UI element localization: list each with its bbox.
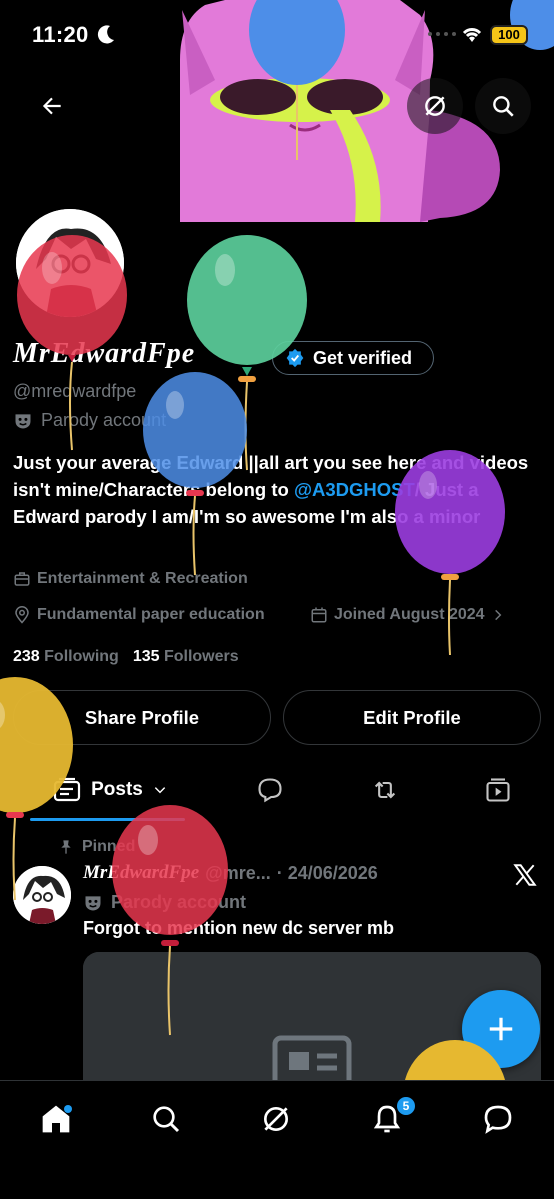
profile-handle: @mredwardfpe bbox=[13, 381, 137, 401]
profile-bio: Just your average Edward ||all art you s… bbox=[13, 449, 538, 530]
share-profile-button[interactable]: Share Profile bbox=[13, 690, 271, 745]
back-button[interactable] bbox=[24, 78, 80, 134]
joined-label: Joined August 2024 bbox=[334, 606, 485, 623]
grok-icon bbox=[425, 96, 445, 116]
wifi-icon bbox=[462, 28, 482, 42]
posts-icon bbox=[54, 777, 81, 802]
status-bar: 11:20 100 bbox=[0, 0, 554, 70]
location-label: Fundamental paper education bbox=[37, 606, 265, 623]
post-date: · 24/06/2026 bbox=[276, 862, 378, 883]
location-pin-icon bbox=[15, 606, 29, 624]
follow-stats: 238 Following 135 Followers bbox=[13, 648, 239, 666]
signal-icon bbox=[428, 32, 456, 36]
profile-tabs: Posts bbox=[0, 762, 554, 821]
tab-active-indicator bbox=[30, 818, 185, 821]
followers-count: 135 bbox=[132, 648, 160, 665]
pin-icon bbox=[61, 840, 71, 854]
moon-icon bbox=[97, 25, 114, 44]
chevron-right-icon bbox=[494, 609, 501, 621]
post-source-button[interactable] bbox=[512, 862, 538, 893]
search-icon bbox=[153, 1106, 180, 1133]
grok-icon bbox=[264, 1107, 288, 1131]
home-unread-dot bbox=[64, 1105, 72, 1113]
status-time: 11:20 bbox=[32, 22, 89, 47]
chevron-down-icon bbox=[154, 787, 166, 794]
battery-indicator: 100 bbox=[490, 25, 528, 45]
post-parody-label: Parody account bbox=[111, 892, 247, 912]
parody-mask-icon bbox=[15, 413, 31, 428]
nav-search[interactable] bbox=[138, 1097, 194, 1141]
tab-reposts[interactable] bbox=[355, 762, 415, 818]
following-link[interactable]: 238 Following bbox=[13, 648, 119, 666]
category-label: Entertainment & Recreation bbox=[37, 570, 248, 587]
tab-posts[interactable]: Posts bbox=[30, 762, 190, 818]
profile-joined-date[interactable]: Joined August 2024 bbox=[310, 606, 505, 624]
reply-icon bbox=[258, 778, 282, 803]
plus-icon bbox=[489, 1017, 513, 1041]
post-text: Forgot to mention new dc server mb bbox=[83, 918, 395, 938]
tab-posts-label: Posts bbox=[91, 779, 143, 800]
parody-label: Parody account bbox=[41, 410, 167, 430]
post-avatar[interactable] bbox=[13, 866, 71, 924]
nav-notifications[interactable]: 5 bbox=[359, 1095, 417, 1141]
pinned-label: Pinned bbox=[82, 838, 136, 855]
briefcase-icon bbox=[14, 572, 30, 586]
x-logo-icon bbox=[513, 864, 537, 886]
edit-profile-button[interactable]: Edit Profile bbox=[283, 690, 541, 745]
nav-messages[interactable] bbox=[470, 1097, 526, 1141]
post-author-name[interactable]: MrEdwardFpe bbox=[83, 862, 199, 884]
following-count: 238 bbox=[13, 648, 40, 665]
repost-icon bbox=[374, 781, 396, 799]
pinned-indicator: Pinned bbox=[58, 838, 135, 856]
parody-label-row: Parody account bbox=[13, 410, 166, 431]
bio-mention-link[interactable]: @A3DGHOST bbox=[294, 479, 415, 500]
back-arrow-icon bbox=[42, 97, 61, 115]
message-icon bbox=[484, 1105, 512, 1134]
grok-button[interactable] bbox=[407, 78, 463, 134]
parody-mask-icon bbox=[85, 895, 101, 910]
followers-link[interactable]: 135 Followers bbox=[133, 648, 239, 666]
nav-grok[interactable] bbox=[248, 1097, 304, 1141]
media-icon bbox=[486, 778, 510, 802]
bottom-navigation: 5 bbox=[0, 1080, 554, 1199]
profile-avatar[interactable] bbox=[12, 205, 128, 321]
notification-badge: 5 bbox=[395, 1095, 417, 1117]
profile-location: Fundamental paper education bbox=[13, 606, 265, 624]
display-name: MrEdwardFpe bbox=[13, 338, 196, 369]
profile-category: Entertainment & Recreation bbox=[13, 570, 248, 588]
compose-post-button[interactable] bbox=[462, 990, 540, 1068]
calendar-icon bbox=[311, 607, 327, 623]
followers-label: Followers bbox=[163, 648, 239, 665]
post-author-handle: @mre... bbox=[205, 862, 271, 883]
get-verified-label: Get verified bbox=[313, 347, 413, 368]
search-button[interactable] bbox=[475, 78, 531, 134]
nav-home[interactable] bbox=[28, 1097, 84, 1141]
post-header: MrEdwardFpe @mre... · 24/06/2026 bbox=[83, 862, 378, 884]
search-icon bbox=[493, 96, 514, 117]
verified-badge-icon bbox=[286, 348, 304, 368]
post-parody-row: Parody account bbox=[83, 892, 246, 913]
tab-media[interactable] bbox=[468, 762, 528, 818]
tab-replies[interactable] bbox=[240, 762, 300, 818]
following-label: Following bbox=[44, 648, 119, 665]
get-verified-button[interactable]: Get verified bbox=[272, 341, 434, 375]
